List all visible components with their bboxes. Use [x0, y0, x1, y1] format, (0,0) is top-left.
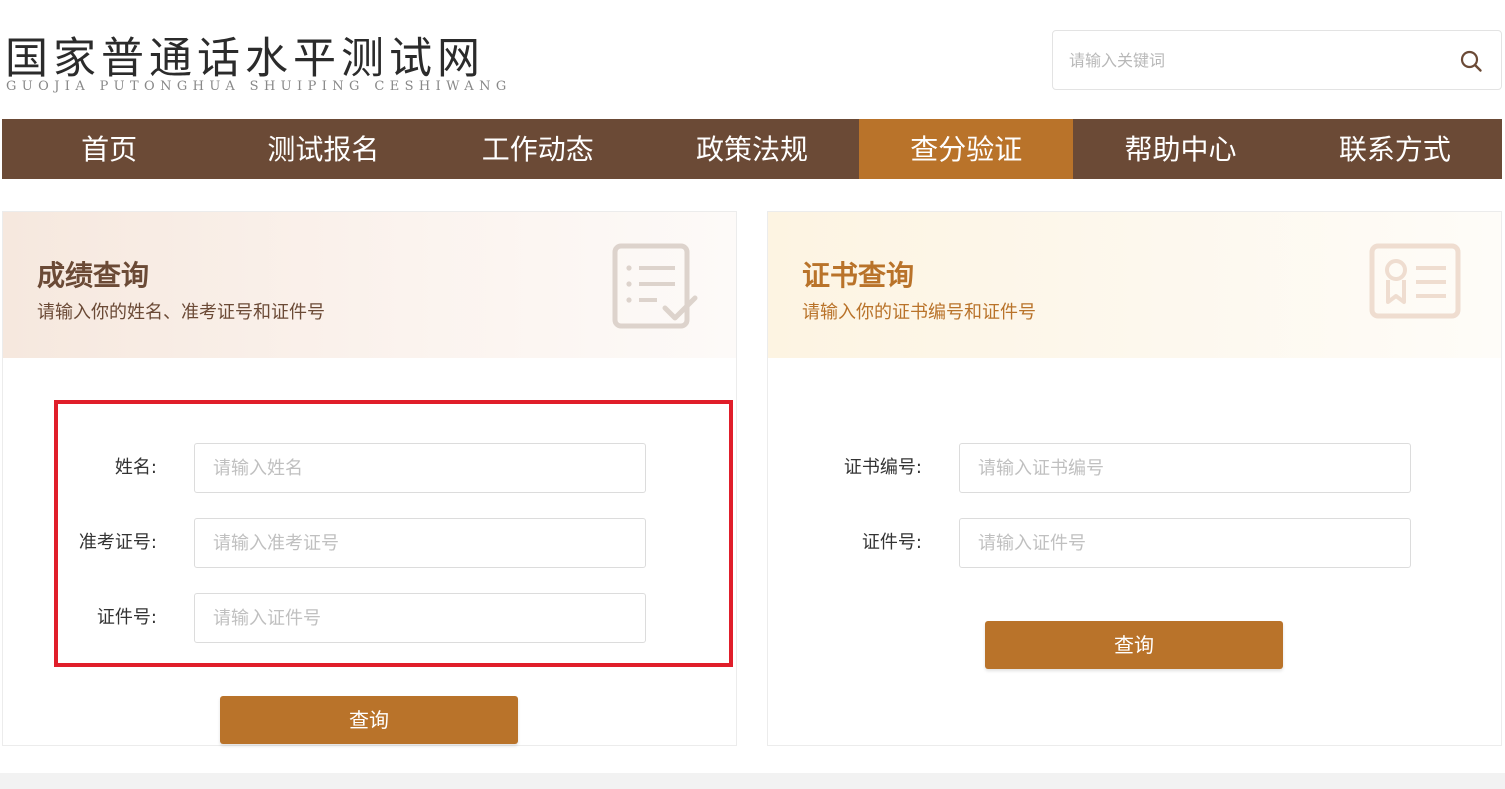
nav-item-work-news[interactable]: 工作动态 [431, 119, 645, 179]
admission-number-label: 准考证号: [78, 532, 157, 553]
certificate-icon [1369, 243, 1461, 319]
name-label: 姓名: [114, 457, 157, 478]
score-query-button[interactable]: 查询 [220, 696, 518, 744]
certificate-query-button[interactable]: 查询 [985, 621, 1283, 669]
nav-item-home[interactable]: 首页 [2, 119, 216, 179]
cert-id-number-input[interactable] [959, 518, 1411, 568]
footer-strip [0, 773, 1505, 789]
certificate-number-row: 证书编号: [770, 443, 1470, 493]
score-query-description: 请输入你的姓名、准考证号和证件号 [37, 302, 325, 323]
nav-item-test-registration[interactable]: 测试报名 [216, 119, 430, 179]
score-query-panel: 成绩查询 请输入你的姓名、准考证号和证件号 姓名: 准考证号: 证件号: 查询 [2, 211, 737, 746]
score-query-header: 成绩查询 请输入你的姓名、准考证号和证件号 [3, 212, 736, 358]
admission-number-input[interactable] [194, 518, 646, 568]
certificate-query-panel: 证书查询 请输入你的证书编号和证件号 证书编号: 证件号: 查询 [767, 211, 1502, 746]
cert-id-number-label: 证件号: [861, 532, 922, 553]
search-input[interactable] [1069, 31, 1439, 89]
search-icon[interactable] [1459, 49, 1483, 73]
checklist-icon [612, 243, 698, 329]
nav-item-help-center[interactable]: 帮助中心 [1073, 119, 1287, 179]
nav-item-contact[interactable]: 联系方式 [1288, 119, 1502, 179]
search-box [1052, 30, 1502, 90]
certificate-query-description: 请输入你的证书编号和证件号 [802, 302, 1036, 323]
certificate-query-title: 证书查询 [802, 259, 915, 292]
id-number-input[interactable] [194, 593, 646, 643]
name-row: 姓名: [5, 443, 705, 493]
main-nav: 首页 测试报名 工作动态 政策法规 查分验证 帮助中心 联系方式 [2, 119, 1502, 179]
score-query-title: 成绩查询 [37, 259, 150, 292]
admission-number-row: 准考证号: [5, 518, 705, 568]
certificate-number-label: 证书编号: [843, 457, 922, 478]
site-logo-title[interactable]: 国家普通话水平测试网 [5, 24, 485, 86]
id-number-label: 证件号: [96, 607, 157, 628]
nav-item-policies[interactable]: 政策法规 [645, 119, 859, 179]
cert-id-number-row: 证件号: [770, 518, 1470, 568]
site-header: 国家普通话水平测试网 GUOJIA PUTONGHUA SHUIPING CES… [0, 0, 1505, 118]
certificate-number-input[interactable] [959, 443, 1411, 493]
site-logo-subtitle: GUOJIA PUTONGHUA SHUIPING CESHIWANG [6, 79, 512, 94]
name-input[interactable] [194, 443, 646, 493]
certificate-query-header: 证书查询 请输入你的证书编号和证件号 [768, 212, 1501, 358]
id-number-row: 证件号: [5, 593, 705, 643]
nav-item-score-verification[interactable]: 查分验证 [859, 119, 1074, 179]
